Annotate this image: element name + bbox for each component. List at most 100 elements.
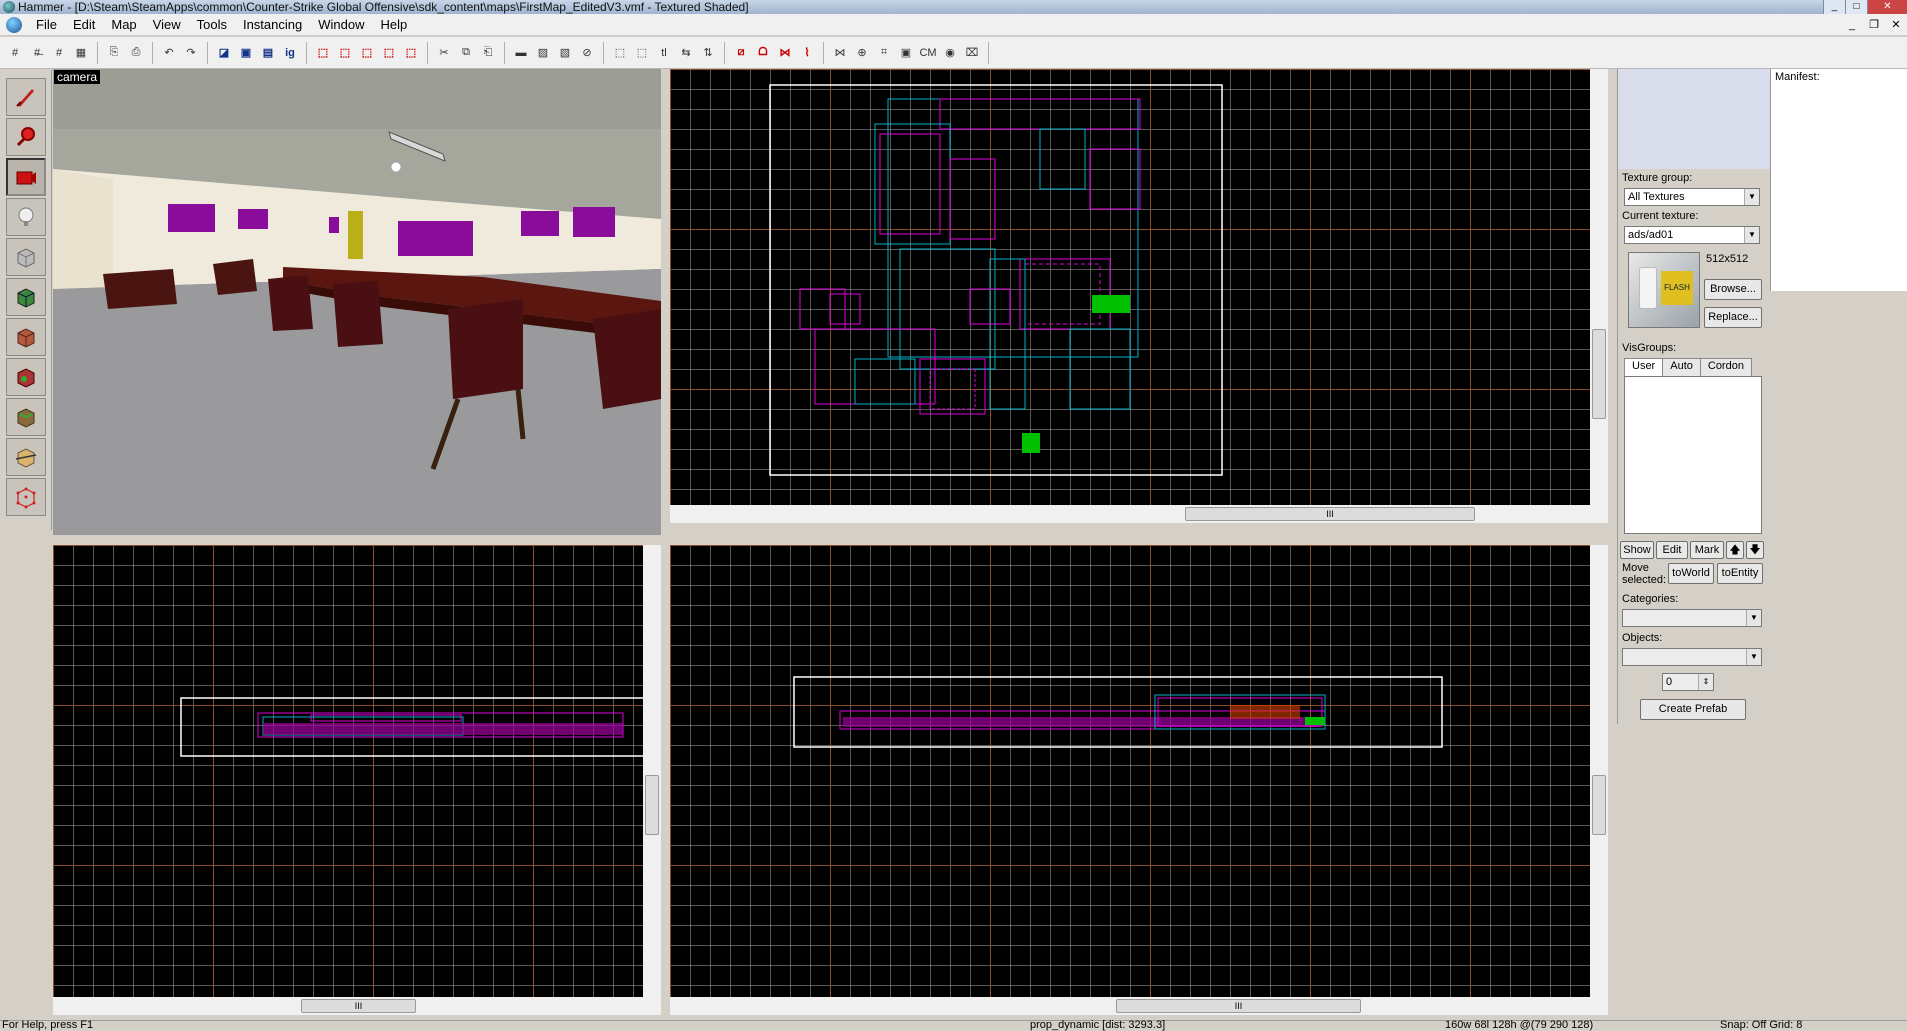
apply-current-texture-button[interactable] (6, 318, 46, 356)
toolbar-button[interactable]: tl (654, 43, 674, 63)
toolbar-button[interactable]: ▧ (555, 43, 575, 63)
arrow-up-icon[interactable]: 🡅 (1726, 541, 1744, 559)
entity-tool-button[interactable] (6, 198, 46, 236)
browse-button[interactable]: Browse... (1704, 279, 1762, 300)
objects-select[interactable]: ▼ (1622, 648, 1762, 666)
texture-application-tool-button[interactable] (6, 278, 46, 316)
toolbar-button[interactable]: ⎘ (104, 43, 124, 63)
toolbar-button[interactable]: # (49, 43, 69, 63)
toolbar-button[interactable]: ⬚ (632, 43, 652, 63)
toolbar-button[interactable]: ↷ (181, 43, 201, 63)
toolbar-button[interactable]: ⬚ (335, 43, 355, 63)
mdi-controls: _ ❐ ✕ (1841, 17, 1907, 33)
toolbar-button[interactable]: ⇅ (698, 43, 718, 63)
front-viewport-hscroll-thumb[interactable]: III (301, 999, 416, 1013)
magnify-tool-button[interactable] (6, 118, 46, 156)
toolbar-button[interactable]: CM (918, 43, 938, 63)
camera-tool-button[interactable] (6, 158, 46, 196)
side-viewport-hscroll-thumb[interactable]: III (1116, 999, 1361, 1013)
toolbar-button[interactable]: #̶ (27, 43, 47, 63)
visgroups-list[interactable] (1624, 376, 1762, 534)
top-2d-viewport[interactable]: III (670, 69, 1608, 523)
front-2d-viewport[interactable]: III (53, 545, 661, 1015)
menu-instancing[interactable]: Instancing (235, 14, 310, 36)
toolbar-button[interactable]: ▨ (533, 43, 553, 63)
tab-user[interactable]: User (1624, 358, 1664, 376)
front-viewport-vscroll-thumb[interactable] (645, 775, 659, 835)
toolbar-button[interactable]: ⌗ (874, 43, 894, 63)
camera-viewport[interactable]: camera (53, 69, 661, 535)
maximize-button[interactable]: □ (1845, 0, 1867, 14)
toolbar-button[interactable]: ⎗ (478, 43, 498, 63)
toolbar-button[interactable]: ᗝ (753, 43, 773, 63)
toolbar-button[interactable]: ⧄ (731, 43, 751, 63)
clipping-tool-button[interactable] (6, 438, 46, 476)
toolbar-button[interactable]: ⬚ (357, 43, 377, 63)
toolbar-button[interactable]: ⌇ (797, 43, 817, 63)
toolbar-button[interactable]: ⊕ (852, 43, 872, 63)
toolbar-button[interactable]: ◉ (940, 43, 960, 63)
toolbar-button[interactable]: ⋈ (775, 43, 795, 63)
mdi-restore-button[interactable]: ❐ (1866, 17, 1882, 33)
toolbar-button[interactable]: ▦ (71, 43, 91, 63)
tab-cordon[interactable]: Cordon (1699, 358, 1752, 376)
menu-view[interactable]: View (145, 14, 189, 36)
visgroup-show-button[interactable]: Show (1620, 541, 1654, 559)
selection-tool-button[interactable] (6, 78, 46, 116)
toolbar-button[interactable]: # (5, 43, 25, 63)
block-tool-button[interactable] (6, 238, 46, 276)
toolbar-button[interactable]: ▣ (896, 43, 916, 63)
toolbar-button[interactable]: ▬ (511, 43, 531, 63)
vertex-tool-button[interactable] (6, 478, 46, 516)
menu-file[interactable]: File (28, 14, 65, 36)
toolbar-button[interactable]: ⬚ (610, 43, 630, 63)
categories-select[interactable]: ▼ (1622, 609, 1762, 627)
document-icon[interactable] (6, 16, 22, 33)
to-world-button[interactable]: toWorld (1668, 563, 1714, 584)
arrow-down-icon[interactable]: 🡇 (1746, 541, 1764, 559)
minimize-button[interactable]: _ (1823, 0, 1845, 14)
toolbar-button[interactable]: ig (280, 43, 300, 63)
menu-edit[interactable]: Edit (65, 14, 103, 36)
top-viewport-vscroll-thumb[interactable] (1592, 329, 1606, 419)
texture-preview[interactable]: FLASH (1628, 252, 1700, 328)
toolbar-button[interactable]: ◪ (214, 43, 234, 63)
right-splitter[interactable] (1608, 69, 1617, 1020)
decal-tool-button[interactable] (6, 358, 46, 396)
side-viewport-vscroll-thumb[interactable] (1592, 775, 1606, 835)
visgroup-edit-button[interactable]: Edit (1656, 541, 1688, 559)
prefab-count-stepper[interactable]: 0 ⇕ (1662, 673, 1714, 691)
overlay-tool-button[interactable] (6, 398, 46, 436)
tab-auto[interactable]: Auto (1662, 358, 1701, 376)
mdi-close-button[interactable]: ✕ (1888, 17, 1904, 33)
menu-help[interactable]: Help (372, 14, 415, 36)
mdi-minimize-button[interactable]: _ (1844, 17, 1860, 33)
toolbar-button[interactable]: ⋈ (830, 43, 850, 63)
toolbar-button[interactable]: ⊘ (577, 43, 597, 63)
toolbar-button[interactable]: ✂ (434, 43, 454, 63)
toolbar-button[interactable]: ⎙ (126, 43, 146, 63)
to-entity-button[interactable]: toEntity (1717, 563, 1763, 584)
replace-button[interactable]: Replace... (1704, 307, 1762, 328)
menu-tools[interactable]: Tools (189, 14, 235, 36)
top-viewport-hscroll-thumb[interactable]: III (1185, 507, 1475, 521)
side-2d-viewport[interactable]: III (670, 545, 1608, 1015)
close-button[interactable]: ✕ (1867, 0, 1907, 14)
menu-window[interactable]: Window (310, 14, 372, 36)
menu-map[interactable]: Map (103, 14, 144, 36)
create-prefab-button[interactable]: Create Prefab (1640, 699, 1746, 720)
toolbar-button[interactable]: ⬚ (401, 43, 421, 63)
manifest-panel[interactable]: Manifest: (1770, 69, 1907, 291)
toolbar-button[interactable]: ↶ (159, 43, 179, 63)
current-texture-select[interactable]: ads/ad01 ▼ (1624, 226, 1760, 244)
texture-group-select[interactable]: All Textures ▼ (1624, 188, 1760, 206)
toolbar-button[interactable]: ⬚ (379, 43, 399, 63)
toolbar-button[interactable]: ⬚ (313, 43, 333, 63)
visgroup-mark-button[interactable]: Mark (1690, 541, 1724, 559)
toolbar-button[interactable]: ▤ (258, 43, 278, 63)
toolbar-button[interactable]: ⧉ (456, 43, 476, 63)
toolbar-button[interactable]: ▣ (236, 43, 256, 63)
horizontal-splitter[interactable] (53, 535, 1608, 545)
toolbar-button[interactable]: ⌧ (962, 43, 982, 63)
toolbar-button[interactable]: ⇆ (676, 43, 696, 63)
